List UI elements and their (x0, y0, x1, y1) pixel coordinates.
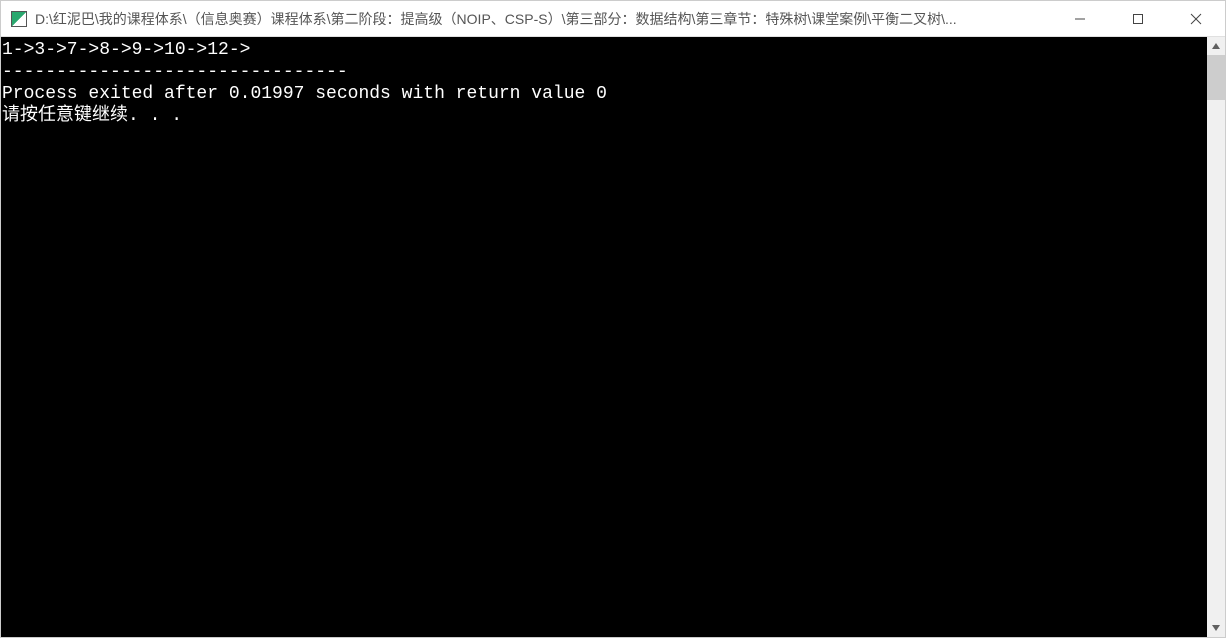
console-output[interactable]: 1->3->7->8->9->10->12->-----------------… (1, 37, 1207, 637)
chevron-down-icon (1212, 624, 1220, 632)
console-line: Process exited after 0.01997 seconds wit… (2, 83, 1207, 105)
vertical-scrollbar[interactable] (1207, 37, 1225, 637)
scroll-up-button[interactable] (1207, 37, 1225, 55)
maximize-button[interactable] (1109, 1, 1167, 36)
console-line: -------------------------------- (2, 61, 1207, 83)
console-line: 请按任意键继续. . . (2, 105, 1207, 127)
title-bar[interactable]: D:\红泥巴\我的课程体系\（信息奥赛）课程体系\第二阶段：提高级（NOIP、C… (1, 1, 1225, 37)
close-icon (1190, 13, 1202, 25)
minimize-icon (1074, 13, 1086, 25)
window-controls (1051, 1, 1225, 36)
scroll-thumb[interactable] (1207, 55, 1225, 100)
maximize-icon (1132, 13, 1144, 25)
scroll-track[interactable] (1207, 55, 1225, 619)
minimize-button[interactable] (1051, 1, 1109, 36)
console-line: 1->3->7->8->9->10->12-> (2, 39, 1207, 61)
app-window: D:\红泥巴\我的课程体系\（信息奥赛）课程体系\第二阶段：提高级（NOIP、C… (0, 0, 1226, 638)
close-button[interactable] (1167, 1, 1225, 36)
scroll-down-button[interactable] (1207, 619, 1225, 637)
chevron-up-icon (1212, 42, 1220, 50)
window-title: D:\红泥巴\我的课程体系\（信息奥赛）课程体系\第二阶段：提高级（NOIP、C… (35, 9, 1051, 29)
app-icon (11, 11, 27, 27)
content-area: 1->3->7->8->9->10->12->-----------------… (1, 37, 1225, 637)
